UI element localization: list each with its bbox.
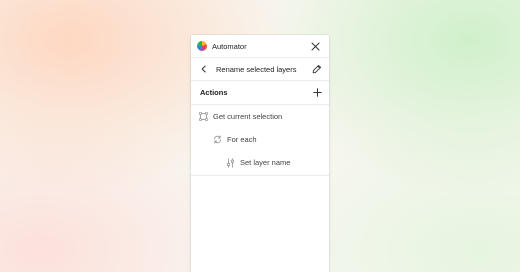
actions-section-header: Actions — [191, 81, 329, 105]
action-label: Set layer name — [240, 158, 291, 167]
add-action-button[interactable] — [311, 87, 323, 99]
workflow-title: Rename selected layers — [216, 64, 297, 74]
automator-logo-icon — [197, 41, 207, 51]
back-button[interactable] — [198, 63, 210, 75]
sliders-icon — [225, 157, 235, 168]
automator-panel: Automator Rename selected layers Actions — [191, 35, 329, 272]
close-button[interactable] — [309, 40, 321, 52]
action-set-layer-name[interactable]: Set layer name — [191, 151, 329, 174]
plus-icon — [312, 88, 322, 97]
app-title: Automator — [212, 41, 247, 51]
edit-workflow-button[interactable] — [311, 63, 323, 75]
pencil-icon — [312, 64, 322, 74]
chevron-left-icon — [201, 65, 206, 73]
action-get-current-selection[interactable]: Get current selection — [191, 105, 329, 128]
actions-heading: Actions — [200, 88, 228, 97]
panel-header: Automator — [191, 35, 329, 58]
actions-list: Get current selection For each Set layer… — [191, 105, 329, 176]
selection-icon — [198, 112, 208, 122]
loop-icon — [212, 135, 222, 145]
action-label: Get current selection — [213, 112, 283, 121]
action-label: For each — [227, 135, 257, 144]
close-icon — [311, 42, 319, 50]
workflow-nav-bar: Rename selected layers — [191, 58, 329, 81]
action-for-each[interactable]: For each — [191, 128, 329, 151]
